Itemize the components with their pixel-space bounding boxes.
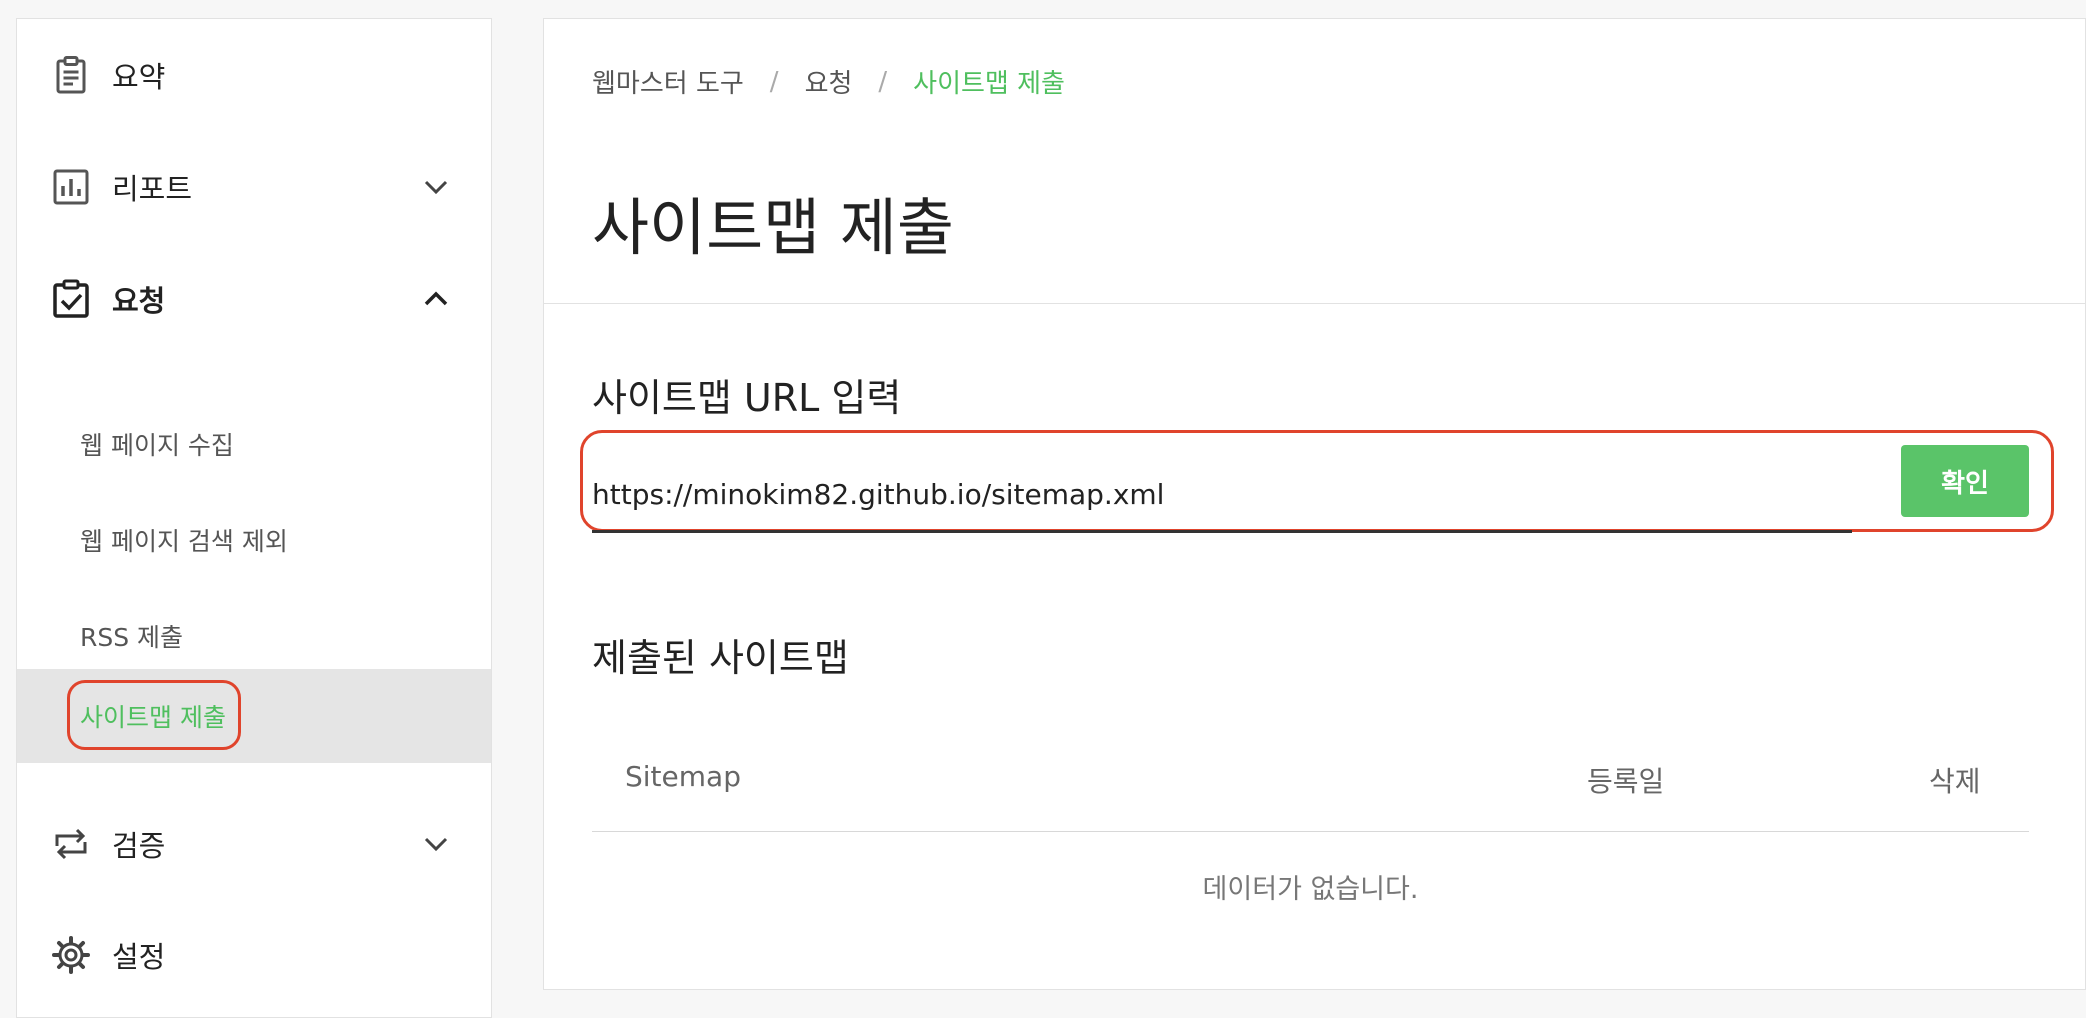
sidebar-item-summary[interactable]: 요약: [17, 45, 491, 105]
sidebar-subitem-crawl[interactable]: 웹 페이지 수집: [17, 397, 491, 491]
sidebar-subitem-label: RSS 제출: [80, 623, 184, 652]
sidebar: 요약 리포트 요청 웹 페이지 수집 웹 페이지 검색 제외 RSS 제출 사이…: [16, 18, 492, 1018]
main-panel: 웹마스터 도구 / 요청 / 사이트맵 제출 사이트맵 제출 사이트맵 URL …: [543, 18, 2086, 990]
highlight-annotation: [67, 680, 241, 750]
sidebar-item-request[interactable]: 요청: [17, 269, 491, 329]
chevron-down-icon: [424, 180, 448, 195]
repeat-arrows-icon: [55, 828, 87, 860]
confirm-button[interactable]: 확인: [1901, 445, 2029, 517]
sidebar-item-report[interactable]: 리포트: [17, 157, 491, 217]
table-header: Sitemap 등록일 삭제: [592, 734, 2029, 832]
column-header-sitemap: Sitemap: [625, 760, 741, 793]
sidebar-item-label: 설정: [112, 940, 166, 974]
sidebar-item-label: 요약: [112, 60, 166, 94]
sidebar-item-verify[interactable]: 검증: [17, 814, 491, 874]
sidebar-item-label: 검증: [112, 829, 166, 863]
sidebar-subitem-label: 웹 페이지 수집: [80, 431, 234, 460]
breadcrumb-separator: /: [769, 66, 779, 97]
sidebar-item-settings[interactable]: 설정: [17, 925, 491, 985]
breadcrumb-root[interactable]: 웹마스터 도구: [592, 63, 744, 100]
chevron-up-icon: [424, 291, 448, 306]
breadcrumb-separator: /: [878, 66, 888, 97]
breadcrumb-current: 사이트맵 제출: [913, 69, 1065, 99]
column-header-delete: 삭제: [1929, 765, 1981, 798]
clipboard-check-icon: [53, 279, 89, 318]
breadcrumb-middle[interactable]: 요청: [805, 63, 853, 100]
url-section-label: 사이트맵 URL 입력: [592, 376, 902, 420]
clipboard-list-icon: [56, 56, 86, 94]
submitted-sitemaps-label: 제출된 사이트맵: [592, 636, 849, 680]
sidebar-subitem-exclude[interactable]: 웹 페이지 검색 제외: [17, 493, 491, 587]
bar-chart-icon: [53, 169, 89, 205]
page-title: 사이트맵 제출: [592, 191, 954, 264]
column-header-date: 등록일: [1587, 765, 1665, 798]
sitemap-url-input[interactable]: [592, 459, 1852, 533]
breadcrumb: 웹마스터 도구 / 요청 / 사이트맵 제출: [592, 63, 1065, 100]
sidebar-item-label: 요청: [112, 284, 166, 318]
table-empty-message: 데이터가 없습니다.: [1202, 874, 1419, 905]
gear-icon: [52, 936, 90, 974]
sidebar-subitem-label: 웹 페이지 검색 제외: [80, 527, 288, 556]
sidebar-item-label: 리포트: [112, 172, 193, 206]
chevron-down-icon: [424, 837, 448, 852]
divider: [544, 303, 2085, 304]
